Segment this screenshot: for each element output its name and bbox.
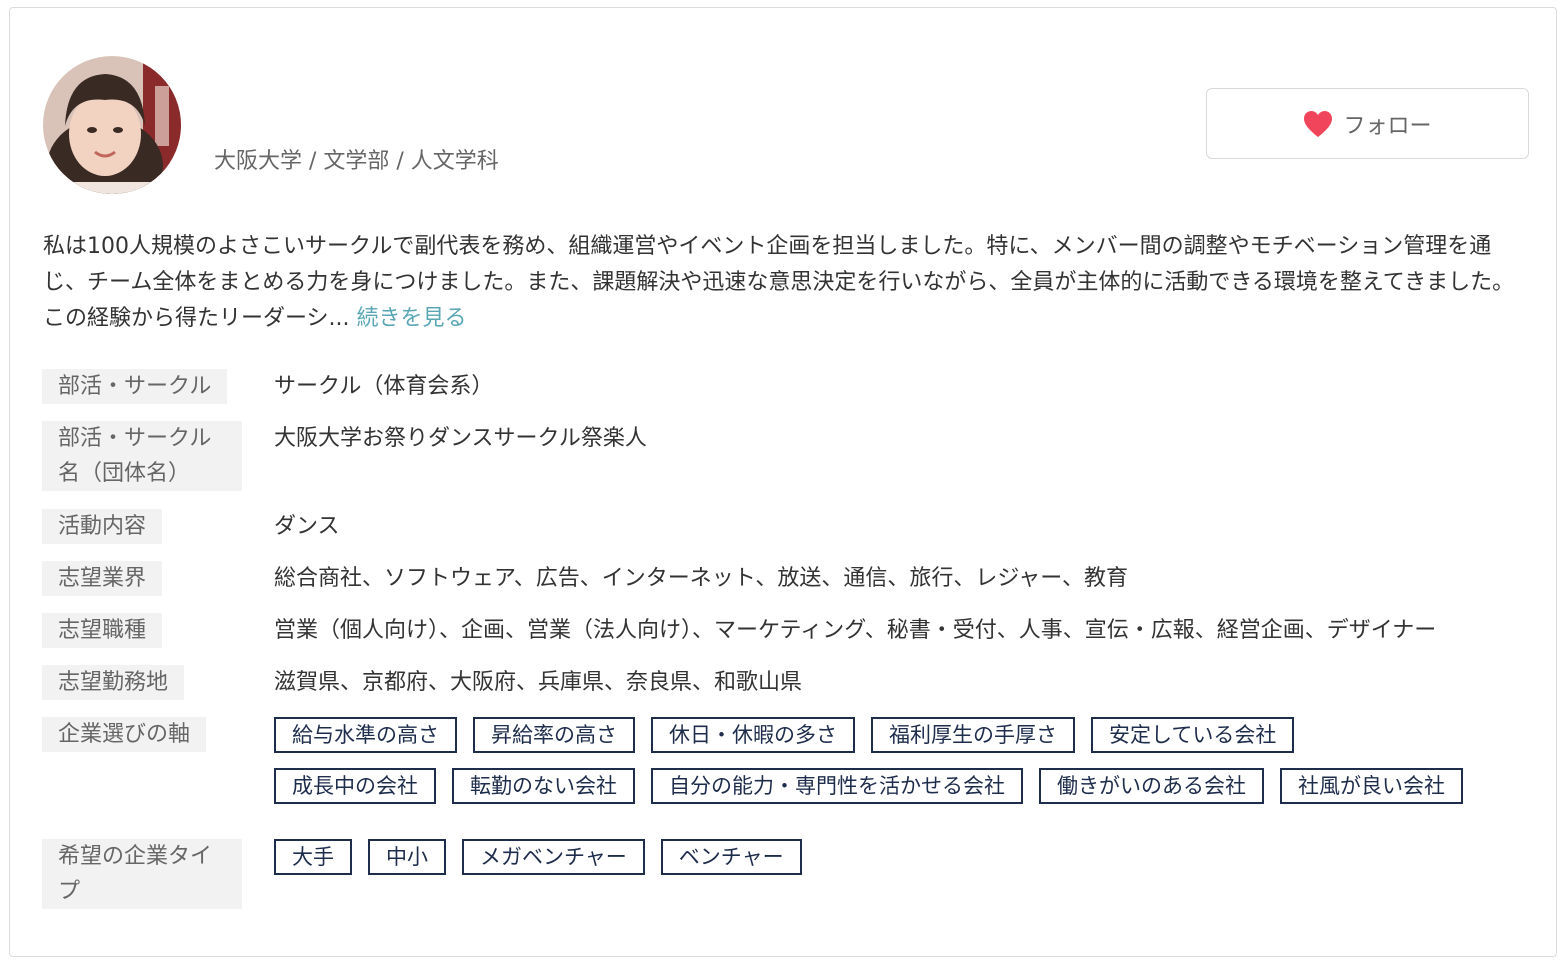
avatar[interactable]	[43, 56, 181, 194]
company-type-tag[interactable]: メガベンチャー	[462, 839, 645, 875]
heart-icon	[1304, 110, 1333, 137]
club-value: サークル（体育会系）	[274, 374, 494, 399]
club-name-value: 大阪大学お祭りダンスサークル祭楽人	[274, 426, 647, 451]
axis-tags: 給与水準の高さ 昇給率の高さ 休日・休暇の多さ 福利厚生の手厚さ 安定している会…	[274, 717, 1544, 819]
company-type-tag[interactable]: ベンチャー	[660, 839, 802, 875]
axis-tag[interactable]: 自分の能力・専門性を活かせる会社	[651, 768, 1023, 804]
axis-tag[interactable]: 転勤のない会社	[452, 768, 635, 804]
axis-tag[interactable]: 昇給率の高さ	[473, 717, 635, 753]
axis-tag-line: 給与水準の高さ 昇給率の高さ 休日・休暇の多さ 福利厚生の手厚さ 安定している会…	[274, 717, 1544, 753]
bio-text: 私は100人規模のよさこいサークルで副代表を務め、組織運営やイベント企画を担当し…	[43, 234, 1515, 331]
axis-tag[interactable]: 働きがいのある会社	[1039, 768, 1264, 804]
job-label: 志望職種	[42, 613, 163, 648]
axis-tag[interactable]: 福利厚生の手厚さ	[871, 717, 1075, 753]
club-name-label: 部活・サークル名（団体名）	[42, 421, 242, 491]
company-type-tags: 大手 中小 メガベンチャー ベンチャー	[274, 839, 1544, 890]
follow-button[interactable]: フォロー	[1206, 88, 1529, 159]
follow-label: フォロー	[1343, 113, 1432, 139]
read-more-link[interactable]: 続きを見る	[357, 306, 467, 331]
axis-label: 企業選びの軸	[42, 717, 207, 752]
location-value: 滋賀県、京都府、大阪府、兵庫県、奈良県、和歌山県	[274, 670, 803, 695]
club-label: 部活・サークル	[42, 369, 228, 404]
affiliation: 大阪大学 / 文学部 / 人文学科	[214, 149, 499, 174]
company-type-tag[interactable]: 中小	[368, 839, 446, 875]
axis-tag[interactable]: 休日・休暇の多さ	[651, 717, 855, 753]
company-type-tag[interactable]: 大手	[274, 839, 352, 875]
industry-label: 志望業界	[42, 561, 163, 596]
axis-tag-line: 成長中の会社 転勤のない会社 自分の能力・専門性を活かせる会社 働きがいのある会…	[274, 768, 1544, 804]
location-label: 志望勤務地	[42, 665, 185, 700]
axis-tag[interactable]: 社風が良い会社	[1280, 768, 1463, 804]
axis-tag[interactable]: 給与水準の高さ	[274, 717, 457, 753]
company-type-label: 希望の企業タイプ	[42, 839, 242, 909]
job-value: 営業（個人向け）、企画、営業（法人向け）、マーケティング、秘書・受付、人事、宣伝…	[274, 618, 1437, 643]
industry-value: 総合商社、ソフトウェア、広告、インターネット、放送、通信、旅行、レジャー、教育	[274, 566, 1129, 591]
bio: 私は100人規模のよさこいサークルで副代表を務め、組織運営やイベント企画を担当し…	[43, 229, 1533, 337]
axis-tag[interactable]: 安定している会社	[1091, 717, 1295, 753]
activity-value: ダンス	[274, 514, 340, 539]
company-type-tag-line: 大手 中小 メガベンチャー ベンチャー	[274, 839, 1544, 875]
axis-tag[interactable]: 成長中の会社	[274, 768, 436, 804]
avatar-photo	[43, 56, 181, 194]
activity-label: 活動内容	[42, 509, 163, 544]
